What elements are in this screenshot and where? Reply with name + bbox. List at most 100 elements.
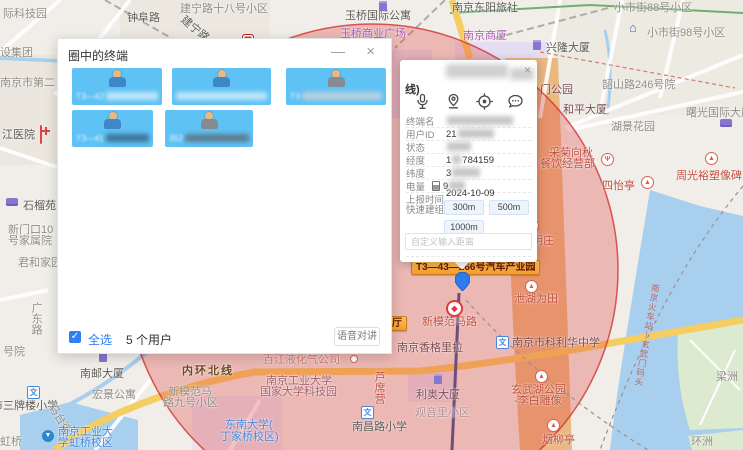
map-label: 石榴苑: [23, 200, 56, 212]
house-icon: ⌂: [629, 23, 637, 33]
terminal-name-fragment: T3—41: [76, 133, 104, 143]
map-label: 芦席营: [373, 371, 385, 404]
user-avatar: [212, 70, 232, 90]
building-icon: [379, 1, 387, 11]
map-label: 号院: [3, 346, 25, 358]
terminal-name-blurred: [172, 90, 271, 101]
field-label: 用户ID: [406, 127, 446, 141]
field-value: [446, 116, 514, 127]
map-label: 钟阜路: [127, 12, 160, 24]
microphone-icon[interactable]: [414, 93, 431, 110]
pavilion-icon: ▲: [535, 370, 548, 383]
map-label: 江医院: [2, 129, 35, 141]
terminal-name-fragment: T3: [290, 91, 300, 101]
terminal-name-blurred: T3: [286, 90, 386, 101]
terminal-location-marker[interactable]: [455, 272, 470, 291]
school-icon: 文: [361, 406, 374, 419]
map-label: 小市街88号小区: [614, 2, 692, 14]
terminal-name-fragment: 352: [169, 133, 183, 143]
map-label: 南昌路小学: [352, 421, 407, 433]
voice-intercom-button[interactable]: 语音对讲: [334, 327, 380, 346]
map-label: 设集团: [0, 47, 33, 59]
school-icon: 文: [27, 386, 40, 399]
user-avatar: [103, 112, 123, 132]
map-label: 丁家桥校区): [220, 431, 279, 443]
group-distance-button[interactable]: 500m: [489, 200, 529, 215]
map-label: 环洲: [691, 436, 713, 448]
map-label: 南京东阳旅社: [452, 2, 518, 14]
map-label: 际科技园: [3, 8, 47, 20]
select-all-checkbox[interactable]: ✓: [69, 331, 81, 343]
map-app: 际科技园钟阜路建宁路十八号小区建宁路玉桥国际公寓玉桥商业广场南京东阳旅社南京商厦…: [0, 0, 743, 450]
field-value: 1784159: [446, 155, 494, 166]
terminal-name-fragment: T3—42: [76, 91, 104, 101]
field-label: 经度: [406, 153, 446, 167]
map-label: 门公园: [540, 84, 573, 96]
blur-blob: [106, 134, 149, 142]
close-icon[interactable]: ×: [524, 63, 531, 77]
map-label: 广东路: [30, 302, 42, 335]
target-icon[interactable]: [476, 93, 493, 110]
quick-group-buttons: 300m500m1000m: [444, 200, 533, 235]
user-count-text: 5 个用户: [126, 331, 172, 348]
map-label: 内环北线: [182, 365, 234, 377]
map-label: 号家属院: [8, 235, 52, 247]
value-blurred: [449, 181, 465, 190]
dialog-footer: ✓ 全选 5 个用户 语音对讲: [58, 327, 391, 353]
user-avatar: [199, 112, 219, 132]
field-value: 21: [446, 129, 495, 140]
field-value: [446, 142, 472, 153]
terminals-in-circle-dialog: 圈中的终端 — × T3—42T3T3—41352 ✓ 全选 5 个用户 语音对…: [57, 38, 392, 354]
minimize-icon[interactable]: —: [331, 43, 345, 59]
close-icon[interactable]: ×: [366, 43, 375, 60]
user-avatar: [326, 70, 346, 90]
chat-icon[interactable]: [507, 93, 524, 110]
custom-distance-input[interactable]: [405, 233, 532, 250]
map-label: 湖景花园: [611, 121, 655, 133]
quick-group-row: 快速建组 300m500m1000m: [406, 200, 533, 235]
map-label: 和平大厦: [563, 104, 607, 116]
location-pin-icon[interactable]: [445, 93, 462, 110]
pavilion-icon: ▲: [547, 419, 560, 432]
map-label: 泄湖为田: [514, 293, 558, 305]
map-label: 建宁路十八号小区: [180, 3, 268, 15]
terminal-card[interactable]: [172, 68, 271, 105]
building-icon: [533, 40, 541, 50]
map-label: 君和家园: [18, 257, 62, 269]
popup-action-icons: [414, 93, 524, 110]
select-all-label[interactable]: 全选: [88, 331, 112, 348]
group-distance-button[interactable]: 300m: [444, 200, 484, 215]
map-label: 南京市第二: [0, 77, 55, 89]
terminal-card[interactable]: T3—42: [72, 68, 162, 105]
map-label: 四怡亭: [602, 180, 635, 192]
school-icon: 文: [496, 336, 509, 349]
blur-blob: [302, 92, 382, 100]
map-label: 新模范马路: [422, 316, 477, 328]
field-value: 3: [446, 168, 481, 179]
terminal-card[interactable]: T3: [286, 68, 386, 105]
value-blurred: [458, 129, 494, 138]
map-label: 东南大学(: [225, 419, 273, 431]
building-icon: [434, 374, 442, 384]
field-label: 终端名: [406, 114, 446, 128]
value-blurred: [452, 155, 461, 164]
map-label: 南京商厦: [463, 30, 507, 42]
popup-title-blurred: [446, 64, 508, 78]
field-label: 纬度: [406, 166, 446, 180]
divider: [406, 256, 531, 257]
hospital-cross-icon: [40, 125, 42, 144]
terminal-card[interactable]: 352: [165, 110, 253, 147]
map-label: 小市街98号小区: [647, 27, 725, 39]
selected-terminal-map-label[interactable]: T3—43—266号汽车产业园: [411, 260, 540, 275]
field-label: 状态: [406, 140, 446, 154]
blur-blob: [185, 134, 249, 142]
terminal-name-blurred: 352: [165, 132, 253, 143]
map-label: 南京香格里拉: [397, 342, 463, 354]
metro-station-icon[interactable]: ◆: [446, 300, 463, 317]
terminal-name-blurred: T3—41: [72, 132, 153, 143]
field-label: 电量: [406, 179, 446, 193]
map-label: 百江液化气公司: [263, 354, 340, 366]
terminal-card[interactable]: T3—41: [72, 110, 153, 147]
map-label: 学虹桥校区: [58, 437, 113, 449]
map-label: 南京市科利华中学: [512, 337, 600, 349]
